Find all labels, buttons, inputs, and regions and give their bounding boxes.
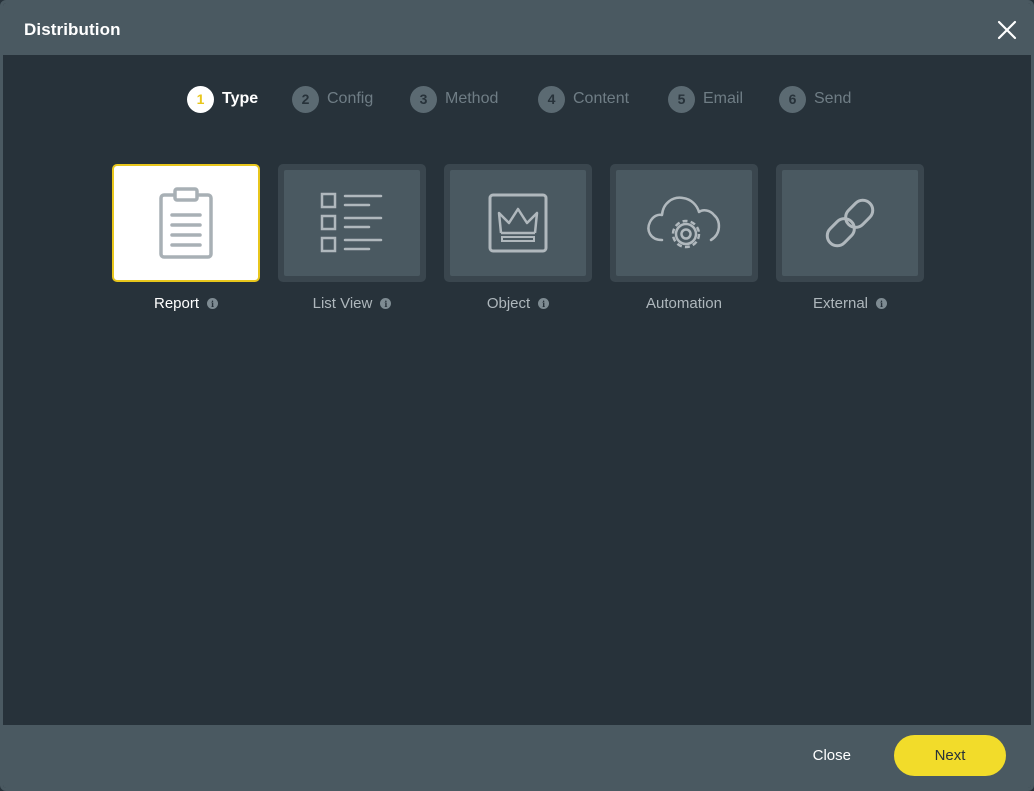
step-label: Email [703, 90, 744, 107]
dialog-footer: Close Next [3, 725, 1031, 788]
type-label: List View [312, 295, 373, 312]
type-label: Object [486, 295, 531, 312]
step-content[interactable]: 4 Content [538, 85, 629, 113]
type-label: Automation [646, 295, 722, 312]
tile-body [120, 172, 252, 274]
tile-body [782, 170, 918, 276]
wizard-steps: 1 Type 2 Config 3 Method 4 Content 5 Ema… [3, 85, 1031, 113]
close-icon[interactable] [997, 20, 1017, 40]
tile-body [284, 170, 420, 276]
list-icon [320, 192, 383, 253]
type-tile-external[interactable] [776, 164, 924, 282]
step-label: Content [573, 90, 630, 107]
step-send[interactable]: 6 Send [779, 85, 851, 113]
step-number: 4 [538, 85, 565, 113]
tile-body [616, 170, 752, 276]
type-tile-automation[interactable] [610, 164, 758, 282]
step-number: 1 [187, 85, 214, 113]
type-caption-external: External i [770, 295, 930, 312]
type-tile-report[interactable] [112, 164, 260, 282]
step-label: Config [327, 90, 374, 107]
step-label: Type [222, 90, 259, 107]
step-config[interactable]: 2 Config [292, 85, 373, 113]
info-icon[interactable]: i [207, 298, 219, 309]
cloud-gear-icon [647, 196, 721, 249]
step-number: 5 [668, 85, 695, 113]
type-tile-object[interactable] [444, 164, 592, 282]
step-number: 6 [779, 85, 806, 113]
type-label: External [812, 295, 869, 312]
tile-body [450, 170, 586, 276]
type-label: Report [153, 295, 200, 312]
close-button[interactable]: Close [813, 747, 851, 764]
distribution-dialog: Distribution 1 Type 2 Config 3 Method 4 … [0, 0, 1034, 791]
type-tile-list-view[interactable] [278, 164, 426, 282]
info-icon[interactable]: i [538, 298, 550, 309]
type-caption-report: Report i [106, 295, 266, 312]
next-button[interactable]: Next [894, 735, 1006, 776]
step-email[interactable]: 5 Email [668, 85, 743, 113]
type-caption-list-view: List View i [272, 295, 432, 312]
type-caption-object: Object i [438, 295, 598, 312]
info-icon[interactable]: i [380, 298, 392, 309]
step-label: Send [814, 90, 852, 107]
info-icon[interactable]: i [876, 298, 888, 309]
step-number: 2 [292, 85, 319, 113]
type-caption-automation: Automation [604, 295, 764, 312]
step-method[interactable]: 3 Method [410, 85, 498, 113]
step-label: Method [445, 90, 499, 107]
crown-icon [488, 193, 548, 253]
dialog-title: Distribution [24, 20, 121, 39]
link-icon [825, 198, 875, 248]
step-type[interactable]: 1 Type [187, 85, 258, 113]
clipboard-icon [159, 187, 213, 259]
step-number: 3 [410, 85, 437, 113]
dialog-header: Distribution [3, 3, 1031, 55]
